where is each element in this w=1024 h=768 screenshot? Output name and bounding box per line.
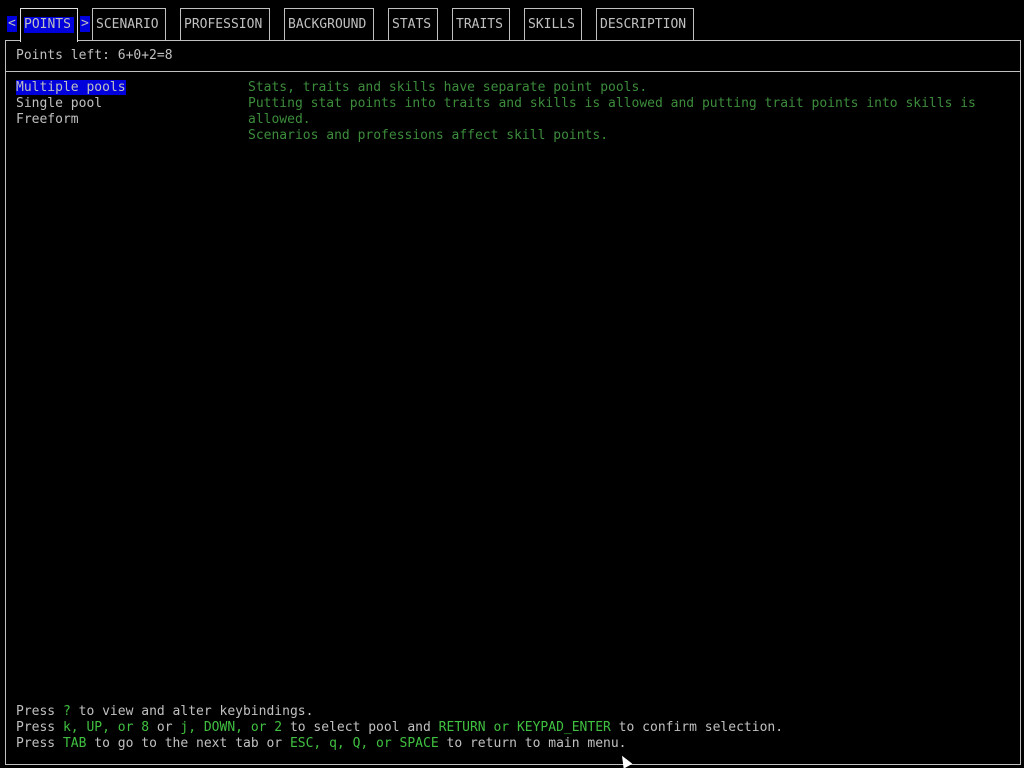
pool-option-single[interactable]: Single pool (16, 96, 236, 112)
points-left: Points left: 6+0+2=8 (16, 48, 173, 63)
header-divider (5, 71, 1021, 72)
tab-label: SKILLS (528, 17, 575, 32)
help-text-segment: to return to main menu. (438, 736, 627, 751)
help-line-navigation: Press TAB to go to the next tab or ESC, … (16, 736, 1016, 752)
help-key: k, UP, or 8 (62, 720, 150, 735)
tab-label: POINTS (24, 17, 74, 33)
help-key: j, DOWN, or 2 (180, 720, 283, 735)
help-text-segment: to select pool and (282, 720, 439, 735)
pool-option-multiple[interactable]: Multiple pools (16, 80, 236, 96)
tab-label: BACKGROUND (288, 17, 367, 32)
tab-label: SCENARIO (96, 17, 159, 32)
tab-label: PROFESSION (184, 17, 263, 32)
help-text-segment: Press (16, 736, 63, 751)
pool-option-label: Multiple pools (16, 80, 126, 95)
help-line-keybindings: Press ? to view and alter keybindings. (16, 704, 1016, 720)
tab-description[interactable]: DESCRIPTION (596, 8, 694, 40)
tab-label: STATS (392, 17, 432, 32)
help-text-segment: or (149, 720, 181, 735)
help-key: ESC, q, Q, or SPACE (289, 736, 439, 751)
description-line: Scenarios and professions affect skill p… (248, 128, 609, 143)
description-line: Stats, traits and skills have separate p… (248, 80, 648, 95)
tab-points[interactable]: POINTS (20, 8, 78, 42)
help-key: RETURN or KEYPAD_ENTER (438, 720, 611, 735)
next-tab-arrow[interactable]: > (80, 16, 90, 32)
pool-list: Multiple pools Single pool Freeform (16, 80, 236, 128)
tab-label: DESCRIPTION (600, 17, 687, 32)
tab-profession[interactable]: PROFESSION (180, 8, 270, 40)
pool-option-label: Single pool (16, 96, 103, 111)
tab-scenario[interactable]: SCENARIO (92, 8, 166, 40)
tab-background[interactable]: BACKGROUND (284, 8, 374, 40)
help-key: ? (62, 704, 71, 719)
tab-traits[interactable]: TRAITS (452, 8, 510, 40)
tab-skills[interactable]: SKILLS (524, 8, 582, 40)
help-line-select: Press k, UP, or 8 or j, DOWN, or 2 to se… (16, 720, 1016, 736)
pool-description: Stats, traits and skills have separate p… (248, 80, 1008, 144)
help-text-segment: to view and alter keybindings. (70, 704, 314, 719)
tab-label: TRAITS (456, 17, 503, 32)
description-line: Putting stat points into traits and skil… (248, 96, 984, 127)
tab-stats[interactable]: STATS (388, 8, 438, 40)
main-panel (5, 40, 1021, 765)
help-text-segment: Press (16, 704, 63, 719)
prev-tab-arrow[interactable]: < (7, 16, 17, 32)
help-text-segment: to go to the next tab or (86, 736, 290, 751)
help-text-segment: to confirm selection. (610, 720, 784, 735)
help-key: TAB (62, 736, 87, 751)
pool-option-freeform[interactable]: Freeform (16, 112, 236, 128)
pool-option-label: Freeform (16, 112, 79, 127)
help-text: Press ? to view and alter keybindings. P… (16, 704, 1016, 752)
tab-bar: < POINTS > SCENARIO PROFESSION BACKGROUN… (0, 0, 1024, 42)
help-text-segment: Press (16, 720, 63, 735)
